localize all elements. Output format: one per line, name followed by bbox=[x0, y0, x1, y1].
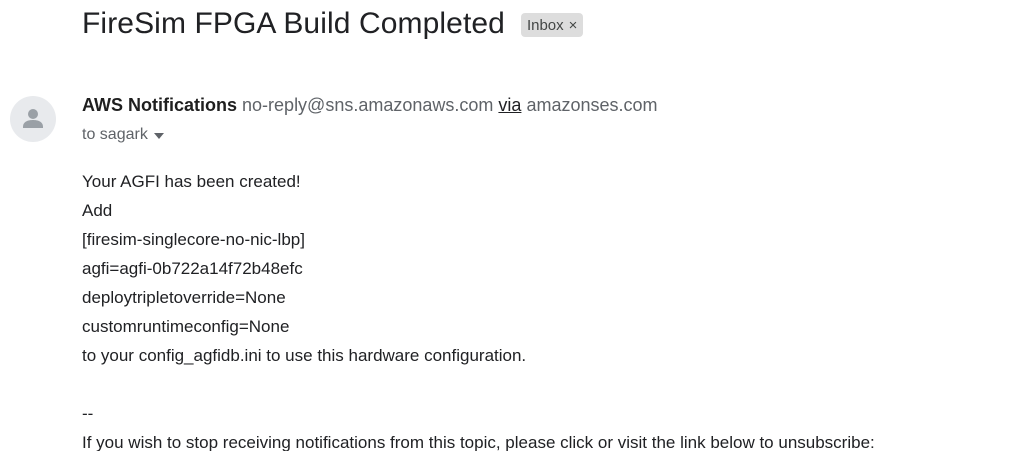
show-details-chevron-icon[interactable] bbox=[153, 133, 164, 139]
recipient-text: to sagark bbox=[82, 126, 148, 143]
signature-separator: -- bbox=[82, 404, 94, 423]
remove-label-icon[interactable]: × bbox=[569, 17, 578, 34]
email-subject: FireSim FPGA Build Completed bbox=[82, 7, 505, 40]
unsubscribe-notice: If you wish to stop receiving notificati… bbox=[82, 433, 875, 451]
body-line: Your AGFI has been created! bbox=[82, 172, 301, 191]
body-blank-line bbox=[82, 370, 875, 399]
body-line: deploytripletoverride=None bbox=[82, 288, 286, 307]
body-line: to your config_agfidb.ini to use this ha… bbox=[82, 346, 527, 365]
body-line: [firesim-singlecore-no-nic-lbp] bbox=[82, 230, 305, 249]
via-link[interactable]: via bbox=[498, 95, 521, 115]
body-line: customruntimeconfig=None bbox=[82, 317, 290, 336]
person-icon bbox=[23, 109, 43, 128]
body-line: Add bbox=[82, 201, 113, 220]
via-domain: amazonses.com bbox=[526, 95, 658, 115]
sender-name[interactable]: AWS Notifications bbox=[82, 95, 237, 115]
email-view: FireSim FPGA Build Completed Inbox × AWS… bbox=[0, 0, 1013, 451]
recipient-line: to sagark bbox=[82, 124, 164, 146]
email-body: Your AGFI has been created! Add [firesim… bbox=[82, 167, 875, 451]
subject-row: FireSim FPGA Build Completed Inbox × bbox=[82, 2, 584, 46]
body-line: agfi=agfi-0b722a14f72b48efc bbox=[82, 259, 303, 278]
sender-email: no-reply@sns.amazonaws.com bbox=[242, 95, 494, 115]
sender-line: AWS Notifications no-reply@sns.amazonaws… bbox=[82, 93, 658, 117]
inbox-label-chip[interactable]: Inbox × bbox=[520, 13, 584, 37]
sender-avatar[interactable] bbox=[10, 96, 56, 142]
label-text: Inbox bbox=[526, 16, 564, 34]
